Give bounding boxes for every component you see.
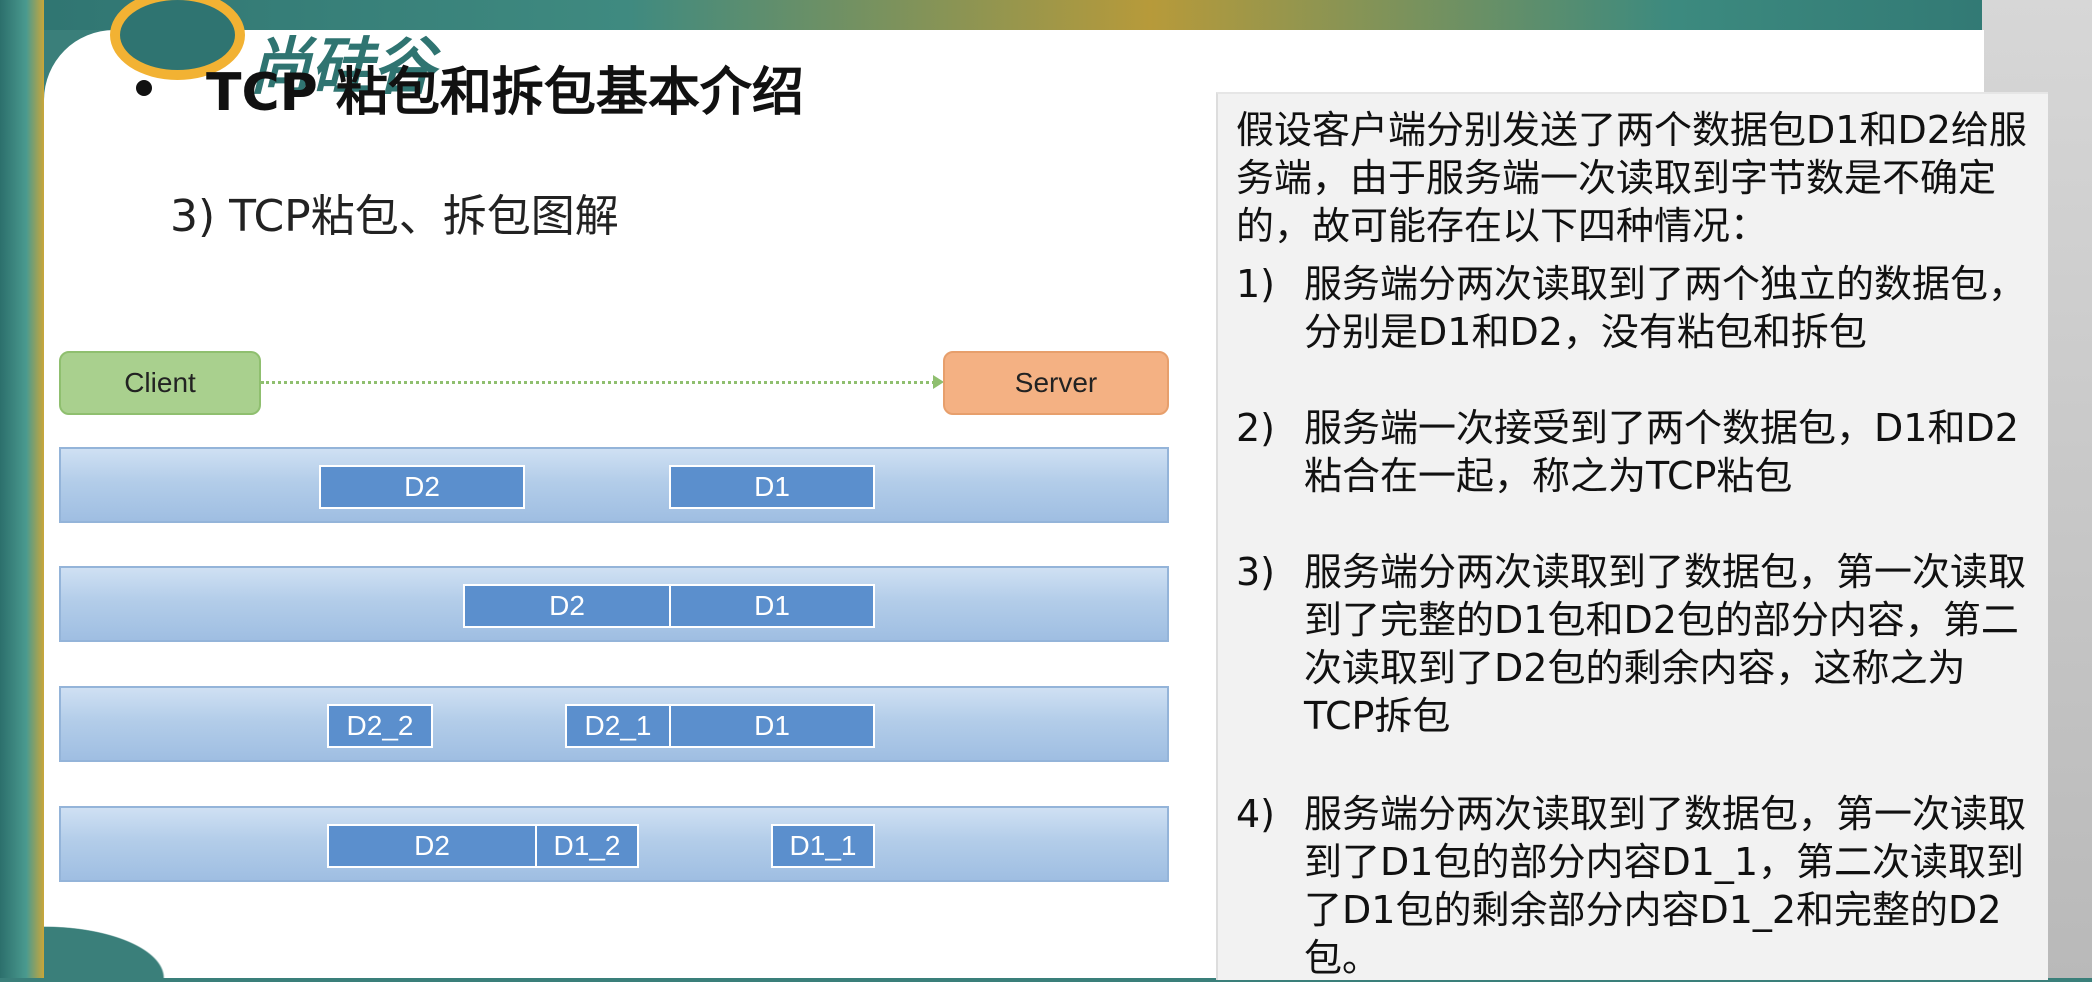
packet: D2_2 — [327, 704, 433, 748]
case-number: 1) — [1236, 262, 1276, 306]
packet: D2 — [327, 824, 537, 868]
case-number: 4) — [1236, 792, 1276, 836]
packet: D1_2 — [535, 824, 639, 868]
slide-title: TCP 粘包和拆包基本介绍 — [206, 63, 804, 123]
packet: D1 — [669, 465, 875, 509]
packet: D2_1 — [565, 704, 671, 748]
explanation-intro: 假设客户端分别发送了两个数据包D1和D2给服务端，由于服务端一次读取到字节数是不… — [1236, 108, 2027, 248]
packet: D1 — [669, 584, 875, 628]
packet: D1 — [669, 704, 875, 748]
case-text: 服务端分两次读取到了数据包，第一次读取到了完整的D1包和D2包的部分内容，第二次… — [1304, 550, 2027, 738]
transfer-row-1: D2 D1 — [59, 447, 1169, 523]
case-number: 2) — [1236, 406, 1276, 450]
case-text: 服务端一次接受到了两个数据包，D1和D2粘合在一起，称之为TCP粘包 — [1304, 406, 2019, 498]
slide-subtitle: 3) TCP粘包、拆包图解 — [170, 191, 619, 242]
transfer-row-2: D2 D1 — [59, 566, 1169, 642]
case-text: 服务端分两次读取到了数据包，第一次读取到了D1包的部分内容D1_1，第二次读取到… — [1304, 792, 2027, 980]
case-number: 3) — [1236, 550, 1276, 594]
transfer-row-4: D2 D1_2 D1_1 — [59, 806, 1169, 882]
slide-corner-decoration — [44, 918, 184, 978]
packet: D1_1 — [771, 824, 875, 868]
packet: D2 — [319, 465, 525, 509]
client-server-arrow — [261, 381, 941, 384]
client-box: Client — [59, 351, 261, 415]
transfer-row-3: D2_2 D2_1 D1 — [59, 686, 1169, 762]
slide-frame-left — [0, 0, 44, 978]
packet: D2 — [463, 584, 671, 628]
title-bullet-icon — [136, 80, 152, 96]
case-text: 服务端分两次读取到了两个独立的数据包，分别是D1和D2，没有粘包和拆包 — [1304, 262, 2027, 354]
server-box: Server — [943, 351, 1169, 415]
